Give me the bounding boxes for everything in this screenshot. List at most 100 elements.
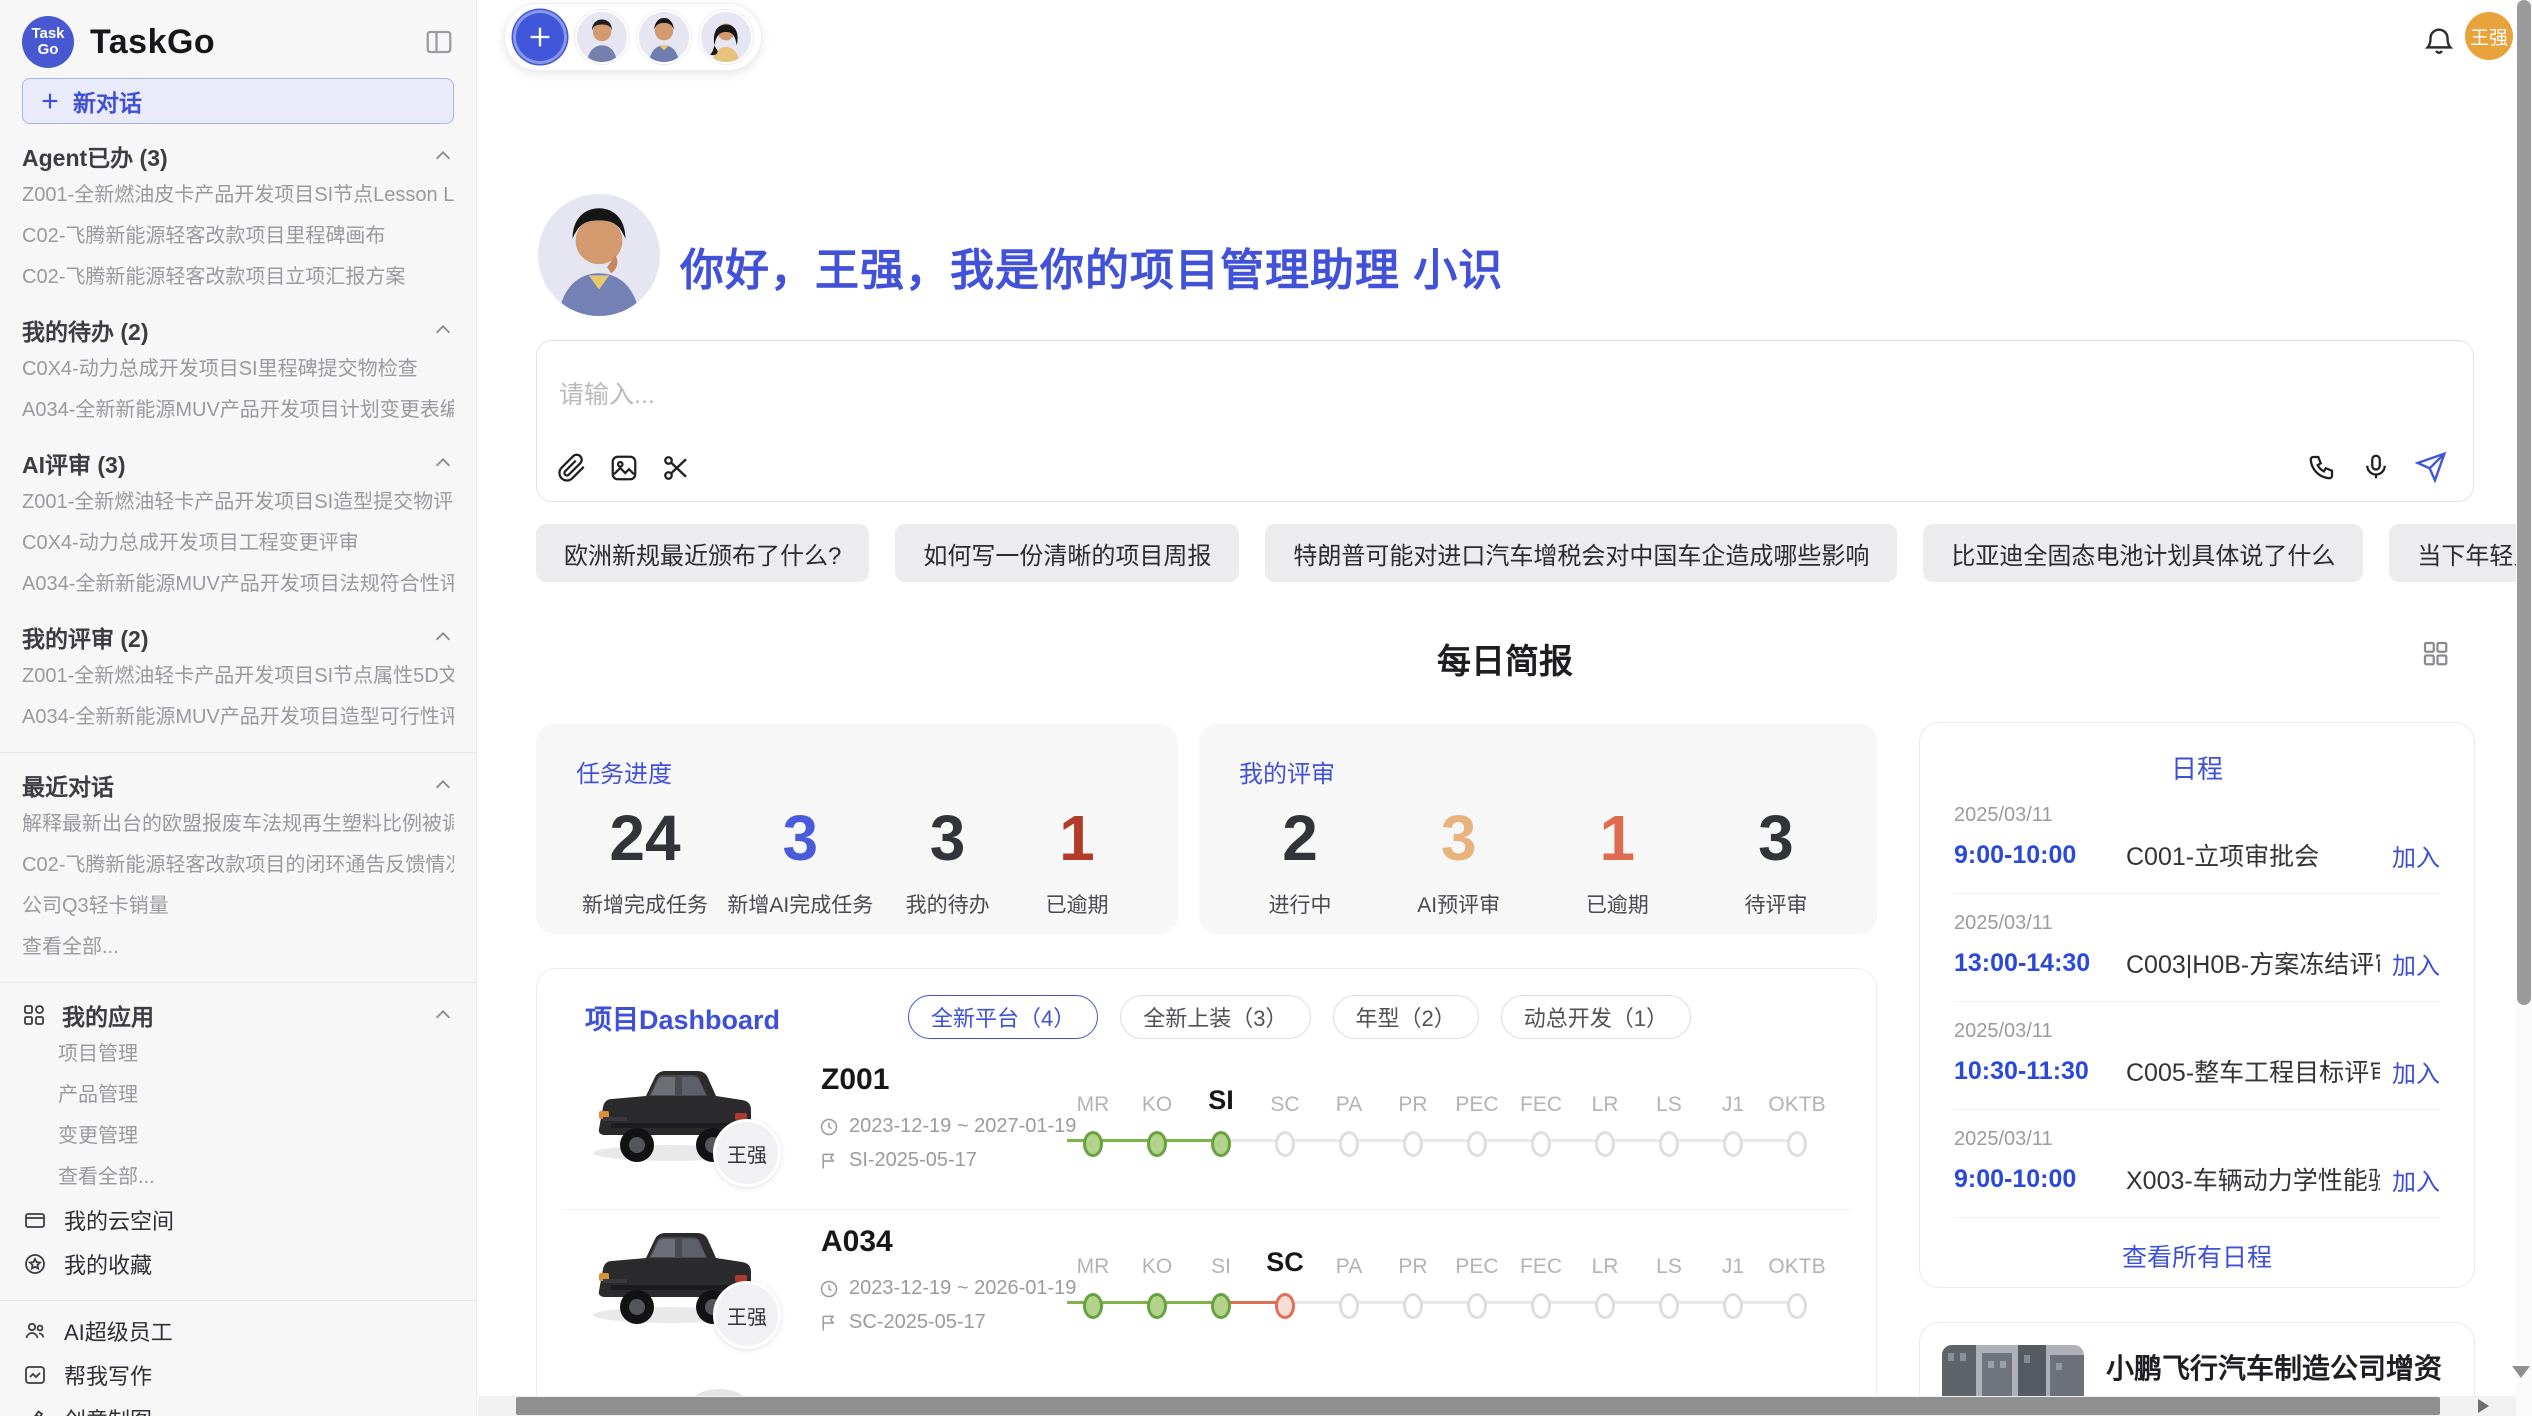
suggestion-chip[interactable]: 当下年轻人对汽车外观有怎样的喜好趋势 — [2389, 524, 2532, 582]
flag-icon — [819, 1151, 839, 1171]
schedule-card: 日程 2025/03/11 9:00-10:00 C001-立项审批会 加入 2… — [1919, 722, 2475, 1288]
stat-label: 新增完成任务 — [582, 889, 708, 919]
sidebar-item[interactable]: A034-全新新能源MUV产品开发项目造型可行性评审 — [22, 697, 454, 738]
suggestion-chip[interactable]: 比亚迪全固态电池计划具体说了什么 — [1923, 524, 2363, 582]
project-row[interactable]: 王强 A034 2023-12-19 ~ 2026-01-19 SC-2025-… — [537, 1211, 1876, 1371]
vertical-scrollbar-thumb[interactable] — [2517, 0, 2531, 1005]
microphone-icon[interactable] — [2361, 452, 2391, 482]
sidebar-item[interactable]: Z001-全新燃油轻卡产品开发项目SI节点属性5D文件评审 — [22, 656, 454, 697]
divider — [1954, 1217, 2440, 1218]
join-link[interactable]: 加入 — [2392, 838, 2440, 873]
app-item-product[interactable]: 产品管理 — [22, 1075, 454, 1116]
chevron-up-icon[interactable] — [432, 145, 454, 167]
sidebar-item[interactable]: Z001-全新燃油皮卡产品开发项目SI节点Lesson Learn报告 — [22, 175, 454, 216]
owner-avatar: 王强 — [713, 1281, 781, 1349]
sidebar-item[interactable]: C02-飞腾新能源轻客改款项目里程碑画布 — [22, 216, 454, 257]
sidebar-item-cloud[interactable]: 我的云空间 — [22, 1198, 454, 1242]
milestone-dot — [1723, 1293, 1743, 1319]
suggestion-chip[interactable]: 欧洲新规最近颁布了什么? — [536, 524, 869, 582]
notifications-bell-icon[interactable] — [2422, 24, 2456, 58]
apps-view-all[interactable]: 查看全部... — [22, 1157, 454, 1198]
member-avatar[interactable] — [699, 10, 753, 64]
section-title: 我的评审 (2) — [22, 620, 149, 654]
chevron-up-icon[interactable] — [432, 626, 454, 648]
scroll-down-arrow[interactable] — [2512, 1366, 2530, 1378]
milestone-node: PA — [1317, 1087, 1381, 1157]
horizontal-scrollbar-thumb[interactable] — [516, 1397, 2440, 1415]
milestone-node: PR — [1381, 1087, 1445, 1157]
sidebar-item[interactable]: Z001-全新燃油轻卡产品开发项目SI造型提交物评审 — [22, 482, 454, 523]
recent-item[interactable]: C02-飞腾新能源轻客改款项目的闭环通告反馈情况 — [22, 845, 454, 886]
scissors-icon[interactable] — [661, 453, 691, 483]
voice-call-icon[interactable] — [2307, 452, 2337, 482]
schedule-name: X003-车辆动力学性能验... — [2126, 1161, 2380, 1197]
project-dashboard-card: 项目Dashboard 全新平台（4） 全新上装（3） 年型（2） 动总开发（1… — [536, 968, 1877, 1416]
recent-item[interactable]: 解释最新出台的欧盟报废车法规再生塑料比例被调至15%... — [22, 804, 454, 845]
milestone-node: J1 — [1701, 1087, 1765, 1157]
new-chat-button[interactable]: 新对话 — [22, 78, 454, 124]
schedule-time: 9:00-10:00 — [1954, 841, 2126, 870]
milestone-dot — [1531, 1131, 1551, 1157]
schedule-item: 2025/03/11 10:30-11:30 C005-整车工程目标评审 加入 — [1954, 1002, 2440, 1110]
stat-label: 我的待办 — [893, 889, 1003, 919]
briefing-layout-icon[interactable] — [2420, 638, 2450, 668]
stat-label: 新增AI完成任务 — [727, 889, 873, 919]
sidebar-item[interactable]: A034-全新新能源MUV产品开发项目法规符合性评审 — [22, 564, 454, 605]
chevron-up-icon[interactable] — [432, 319, 454, 341]
chevron-up-icon[interactable] — [432, 452, 454, 474]
sidebar-item[interactable]: A034-全新新能源MUV产品开发项目计划变更表编写 — [22, 390, 454, 431]
creative-draw-icon — [22, 1407, 48, 1416]
member-avatar[interactable] — [637, 10, 691, 64]
join-link[interactable]: 加入 — [2392, 946, 2440, 981]
recent-item[interactable]: 公司Q3轻卡销量 — [22, 886, 454, 927]
sidebar-item-draw[interactable]: 创意制图 — [22, 1397, 454, 1416]
sidebar-item-write[interactable]: 帮我写作 — [22, 1353, 454, 1397]
filter-chip[interactable]: 全新平台（4） — [908, 995, 1098, 1039]
milestone-node: FEC — [1509, 1087, 1573, 1157]
schedule-time: 9:00-10:00 — [1954, 1165, 2126, 1194]
section-agent-done: Agent已办 (3) Z001-全新燃油皮卡产品开发项目SI节点Lesson … — [22, 137, 454, 298]
section-title: 我的应用 — [62, 998, 154, 1032]
attachment-icon[interactable] — [557, 453, 587, 483]
send-icon[interactable] — [2415, 451, 2447, 483]
milestone-node-current: SC — [1253, 1239, 1317, 1319]
sidebar-item[interactable]: C0X4-动力总成开发项目工程变更评审 — [22, 523, 454, 564]
milestone-node: OKTB — [1765, 1087, 1829, 1157]
stat-value: 3 — [893, 803, 1003, 873]
view-all-schedule-link[interactable]: 查看所有日程 — [1954, 1238, 2440, 1274]
project-row[interactable]: 王强 Z001 2023-12-19 ~ 2027-01-19 SI-2025-… — [537, 1049, 1876, 1209]
app-item-change[interactable]: 变更管理 — [22, 1116, 454, 1157]
app-title: TaskGo — [90, 23, 215, 62]
sidebar-item-favorites[interactable]: 我的收藏 — [22, 1242, 454, 1286]
section-title: 我的待办 (2) — [22, 313, 149, 347]
chat-input[interactable] — [559, 381, 2059, 410]
user-avatar[interactable]: 王强 — [2465, 12, 2513, 60]
recent-view-all[interactable]: 查看全部... — [22, 927, 454, 968]
milestone-node: LS — [1637, 1087, 1701, 1157]
milestone-dot — [1147, 1131, 1167, 1157]
section-my-apps: 我的应用 项目管理 产品管理 变更管理 查看全部... — [22, 996, 454, 1198]
filter-chip[interactable]: 年型（2） — [1333, 995, 1479, 1039]
suggestion-chip[interactable]: 特朗普可能对进口汽车增税会对中国车企造成哪些影响 — [1265, 524, 1897, 582]
sidebar-item-ai-staff[interactable]: AI超级员工 — [22, 1309, 454, 1353]
filter-chip[interactable]: 全新上装（3） — [1120, 995, 1310, 1039]
join-link[interactable]: 加入 — [2392, 1162, 2440, 1197]
image-upload-icon[interactable] — [609, 453, 639, 483]
sidebar-item[interactable]: C02-飞腾新能源轻客改款项目立项汇报方案 — [22, 257, 454, 298]
chevron-up-icon[interactable] — [432, 1004, 454, 1026]
sidebar-item[interactable]: C0X4-动力总成开发项目SI里程碑提交物检查 — [22, 349, 454, 390]
milestone-dot — [1339, 1293, 1359, 1319]
milestone-dot — [1659, 1131, 1679, 1157]
suggestion-chip[interactable]: 如何写一份清晰的项目周报 — [895, 524, 1239, 582]
ai-staff-label: AI超级员工 — [64, 1315, 173, 1347]
chevron-up-icon[interactable] — [432, 774, 454, 796]
app-item-project[interactable]: 项目管理 — [22, 1034, 454, 1075]
add-member-button[interactable] — [513, 10, 567, 64]
filter-chip[interactable]: 动总开发（1） — [1501, 995, 1691, 1039]
schedule-name: C005-整车工程目标评审 — [2126, 1053, 2380, 1089]
scroll-right-arrow[interactable] — [2478, 1399, 2489, 1413]
join-link[interactable]: 加入 — [2392, 1054, 2440, 1089]
milestone-node: PEC — [1445, 1249, 1509, 1319]
member-avatar[interactable] — [575, 10, 629, 64]
collapse-sidebar-icon[interactable] — [424, 27, 454, 57]
